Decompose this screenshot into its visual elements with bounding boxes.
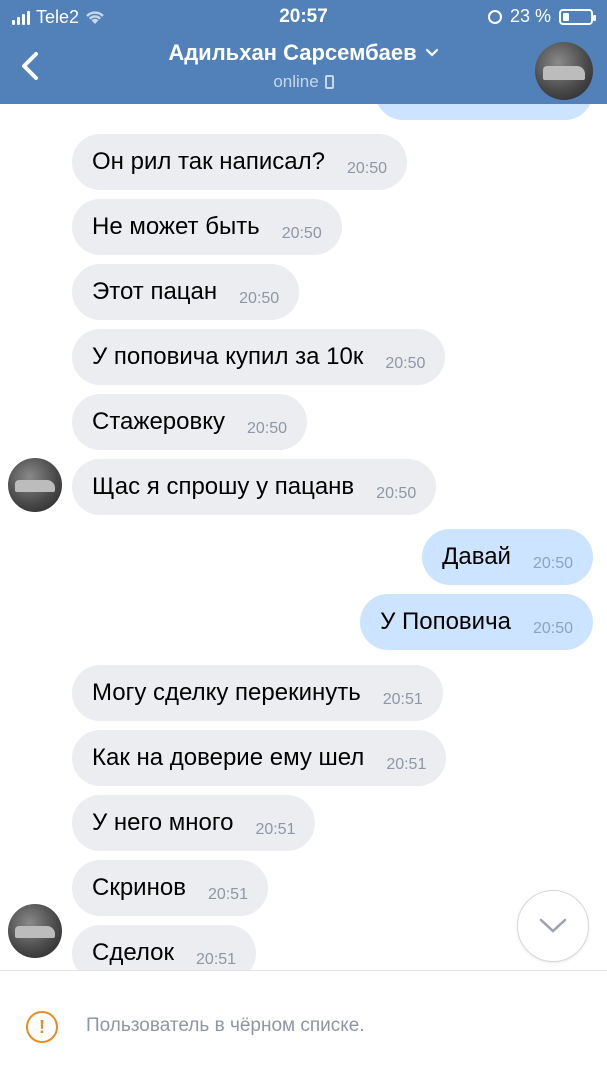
message-text: Стажеровку <box>92 408 226 435</box>
incoming-message[interactable]: Могу сделку перекинуть 20:51 <box>72 665 443 721</box>
message-time: 20:50 <box>247 420 288 437</box>
blocked-notice-bar: ! Пользователь в чёрном списке. <box>0 970 607 1081</box>
battery-icon <box>559 8 596 25</box>
avatar <box>8 458 62 512</box>
message-time: 20:50 <box>239 290 280 307</box>
incoming-message[interactable]: Стажеровку 20:50 <box>72 394 308 450</box>
incoming-message[interactable]: Этот пацан 20:50 <box>72 264 300 320</box>
message-time: 20:50 <box>385 355 426 372</box>
message-time: 20:50 <box>281 225 322 242</box>
scroll-down-icon <box>539 918 567 933</box>
message-text: У него много <box>92 809 234 836</box>
message-text: Сделок <box>92 939 175 966</box>
avatar <box>8 904 62 958</box>
message-text: Скринов <box>92 874 186 901</box>
contact-name: Адильхан Сарсембаев <box>168 40 417 65</box>
rotation-lock-icon <box>487 9 502 24</box>
battery-percent: 23 % <box>509 6 551 26</box>
message-time: 20:50 <box>532 620 573 637</box>
presence-status: online <box>273 72 334 92</box>
message-time: 20:50 <box>376 485 417 502</box>
message-text: Давай <box>442 543 511 570</box>
contact-avatar[interactable] <box>535 42 593 100</box>
incoming-message[interactable]: Он рил так написал? 20:50 <box>72 134 408 190</box>
incoming-message[interactable]: Щас я спрошу у пацанв 20:50 <box>72 459 437 515</box>
message-text: У Поповича <box>380 608 511 635</box>
message-text: Как на доверие ему шел <box>92 744 365 771</box>
outgoing-message[interactable]: Давай 20:50 <box>422 529 593 585</box>
top-bar: Tele2 20:57 23 % Адильхан Сарсембаев onl… <box>0 0 607 104</box>
incoming-message[interactable]: Сделок 20:51 <box>72 925 257 970</box>
message-text: Могу сделку перекинуть <box>92 679 361 706</box>
scroll-down-button[interactable] <box>517 890 589 962</box>
mobile-phone-icon <box>324 75 334 89</box>
message-time: 20:51 <box>196 951 237 968</box>
warning-icon: ! <box>26 1011 58 1043</box>
online-label: online <box>273 72 319 91</box>
incoming-message[interactable]: У поповича купил за 10к 20:50 <box>72 329 446 385</box>
outgoing-message[interactable] <box>375 104 593 120</box>
incoming-message[interactable]: Не может быть 20:50 <box>72 199 342 255</box>
message-time: 20:50 <box>346 160 388 177</box>
message-text: Щас я спрошу у пацанв <box>92 473 355 500</box>
chat-title[interactable]: Адильхан Сарсембаев <box>168 40 438 66</box>
message-text: Этот пацан <box>92 278 218 305</box>
chevron-down-icon <box>425 48 438 57</box>
incoming-message[interactable]: Скринов 20:51 <box>72 860 268 916</box>
status-bar: Tele2 20:57 23 % <box>0 0 607 34</box>
message-text: Он рил так написал? <box>92 148 325 175</box>
outgoing-message[interactable]: У Поповича 20:50 <box>360 594 593 650</box>
message-text: Не может быть <box>92 213 260 240</box>
message-time: 20:51 <box>386 756 427 773</box>
message-time: 20:51 <box>255 821 296 838</box>
message-time: 20:50 <box>532 555 573 572</box>
message-time: 20:51 <box>207 886 248 903</box>
message-time: 20:51 <box>382 691 423 708</box>
message-text: У поповича купил за 10к <box>92 343 364 370</box>
message-list: Он рил так написал? 20:50 Не может быть 20:… <box>0 104 607 970</box>
blocked-notice-text: Пользователь в чёрном списке. <box>86 1015 365 1036</box>
incoming-message[interactable]: У него много 20:51 <box>72 795 316 851</box>
incoming-message[interactable]: Как на доверие ему шел 20:51 <box>72 730 447 786</box>
